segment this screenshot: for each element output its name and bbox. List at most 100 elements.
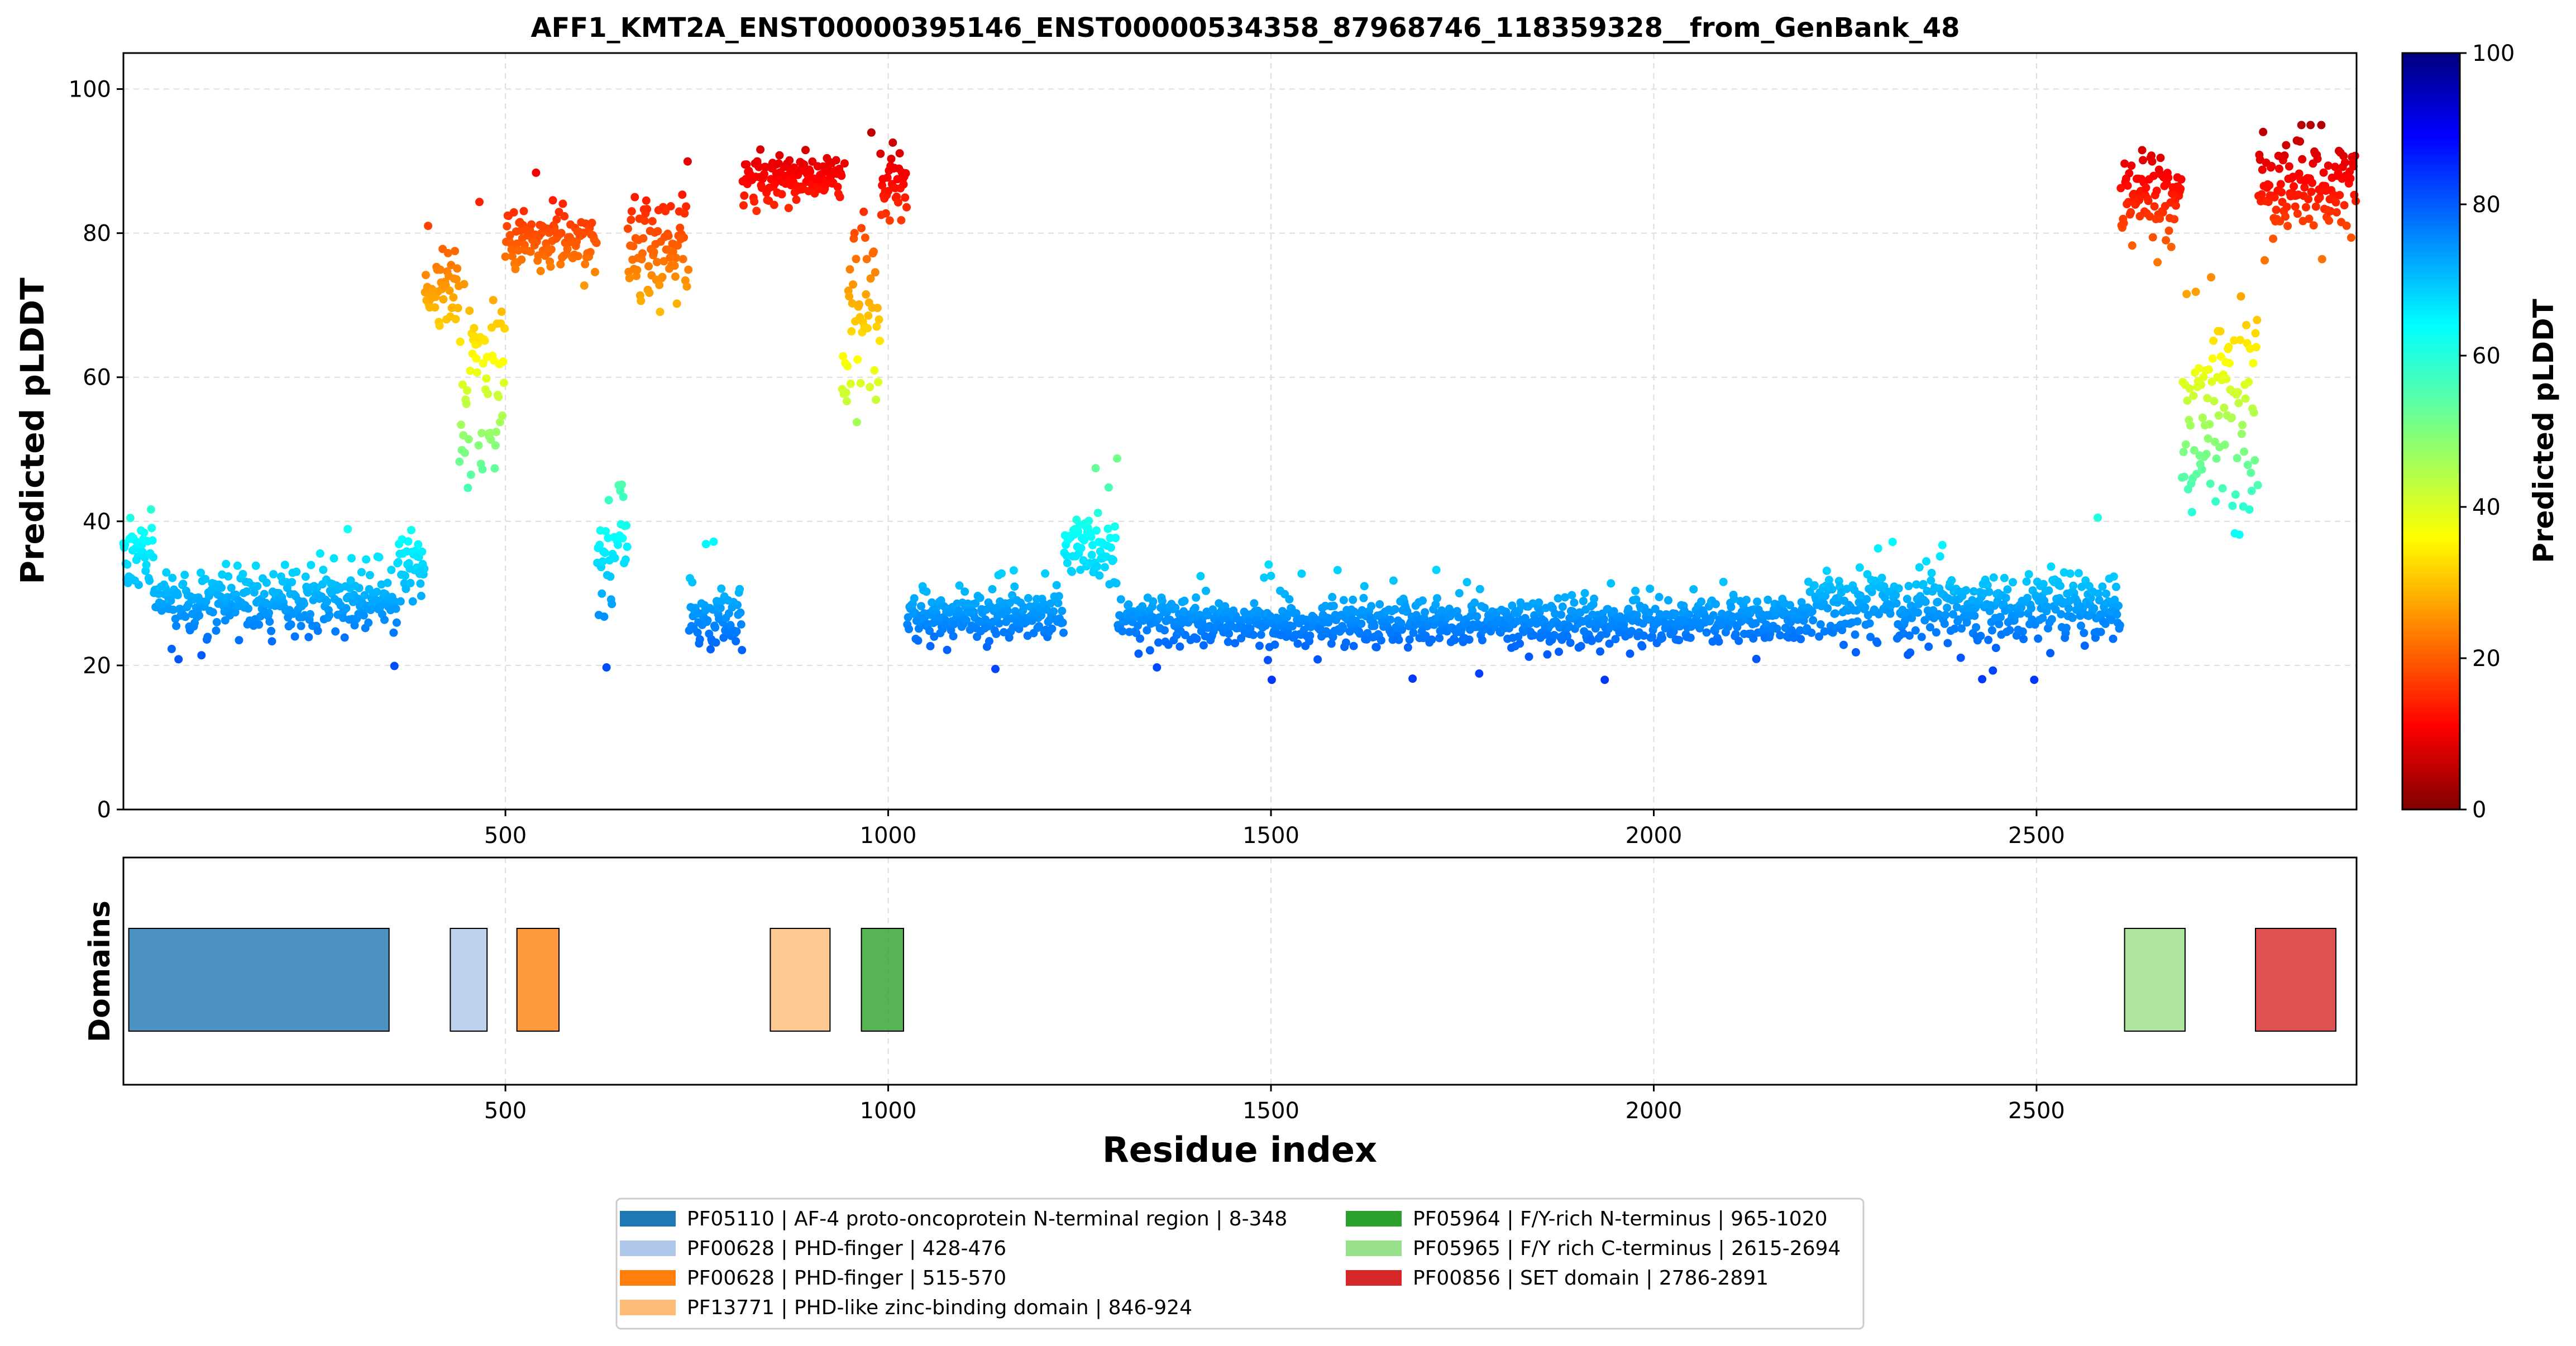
plddt-point: [2340, 158, 2349, 167]
plddt-point: [1192, 634, 1201, 643]
plddt-point: [1264, 560, 1273, 569]
plddt-point: [547, 245, 556, 254]
colorbar-label: Predicted pLDDT: [2527, 299, 2560, 563]
plddt-point: [1543, 650, 1552, 659]
plddt-point: [197, 651, 206, 660]
plddt-point: [1463, 578, 1471, 587]
plddt-point: [1435, 634, 1444, 643]
legend-swatch: [620, 1300, 676, 1315]
plddt-point: [1058, 606, 1067, 615]
plddt-point: [235, 636, 243, 645]
plddt-point: [627, 207, 636, 215]
plddt-point: [472, 368, 481, 377]
plddt-point: [195, 611, 204, 620]
plddt-point: [1874, 544, 1882, 553]
plddt-point: [1475, 585, 1484, 593]
plddt-point: [1370, 621, 1379, 630]
plddt-point: [255, 620, 264, 629]
plddt-point: [861, 233, 869, 242]
plddt-point: [1390, 605, 1399, 614]
plddt-point: [1851, 648, 1860, 657]
plddt-point: [217, 583, 226, 592]
plddt-point: [142, 561, 151, 569]
plddt-point: [323, 597, 332, 606]
plddt-point: [2119, 219, 2128, 228]
plddt-point: [678, 190, 687, 199]
plddt-point: [451, 247, 460, 256]
plddt-point: [1894, 584, 1903, 593]
plddt-point: [859, 207, 868, 216]
plddt-point: [1712, 600, 1720, 609]
plddt-point: [2253, 315, 2262, 324]
plddt-point: [1160, 626, 1169, 635]
plddt-point: [456, 337, 465, 346]
domain-x-tick-label: 500: [484, 1098, 527, 1124]
plddt-point: [301, 572, 310, 581]
plddt-point: [1357, 619, 1366, 628]
plddt-point: [2198, 413, 2207, 422]
plddt-point: [2285, 162, 2293, 171]
plddt-point: [2238, 420, 2247, 429]
plddt-point: [1249, 630, 1258, 639]
plddt-point: [1052, 581, 1061, 590]
plddt-point: [470, 324, 479, 333]
plddt-point: [1914, 608, 1922, 617]
plddt-point: [1855, 563, 1864, 572]
plddt-point: [396, 597, 405, 606]
plddt-point: [2074, 569, 2083, 578]
plddt-point: [2228, 413, 2236, 422]
plddt-point: [2022, 577, 2031, 586]
plddt-point: [633, 266, 642, 275]
plddt-point: [168, 573, 177, 582]
plddt-point: [1003, 606, 1012, 615]
plddt-point: [2247, 486, 2256, 495]
plddt-point: [988, 585, 997, 593]
plddt-point: [760, 170, 768, 179]
plddt-point: [401, 572, 409, 580]
plddt-point: [2001, 593, 2010, 602]
plddt-point: [2297, 121, 2306, 130]
plddt-point: [347, 554, 356, 563]
plddt-point: [474, 441, 483, 450]
plddt-point: [740, 191, 749, 200]
plddt-point: [2047, 562, 2056, 571]
plddt-point: [901, 169, 910, 178]
plddt-point: [1087, 550, 1096, 559]
plddt-point: [2317, 121, 2326, 130]
plddt-point: [2162, 236, 2171, 245]
plddt-point: [843, 397, 851, 406]
plddt-point: [1590, 595, 1599, 603]
plddt-point: [1134, 649, 1143, 658]
plddt-point: [1049, 607, 1058, 616]
plddt-point: [355, 583, 364, 592]
plddt-point: [1734, 636, 1743, 645]
plddt-point: [2293, 209, 2302, 218]
plddt-point: [2309, 221, 2318, 230]
domain-bar: [2124, 928, 2186, 1032]
plddt-point: [1943, 639, 1952, 648]
plddt-point: [173, 591, 182, 600]
plddt-point: [560, 212, 569, 221]
plddt-point: [852, 255, 861, 264]
plddt-point: [123, 560, 132, 569]
plddt-point: [1480, 603, 1489, 612]
plddt-point: [475, 198, 484, 207]
plddt-point: [464, 435, 473, 444]
plddt-point: [365, 571, 374, 579]
plddt-point: [637, 296, 646, 305]
plddt-point: [343, 525, 352, 534]
plddt-point: [2260, 256, 2269, 265]
plddt-point: [867, 128, 876, 137]
plddt-point: [905, 625, 914, 634]
plddt-point: [2240, 447, 2248, 456]
plddt-point: [852, 418, 861, 427]
y-tick-label: 80: [83, 221, 111, 247]
plddt-point: [1941, 611, 1950, 620]
plddt-point: [2313, 155, 2322, 163]
plddt-point: [1077, 544, 1086, 553]
plddt-point: [1153, 663, 1162, 672]
legend-swatch: [620, 1270, 676, 1286]
plddt-point: [329, 554, 338, 563]
plddt-point: [2167, 242, 2176, 251]
plddt-point: [638, 249, 647, 258]
